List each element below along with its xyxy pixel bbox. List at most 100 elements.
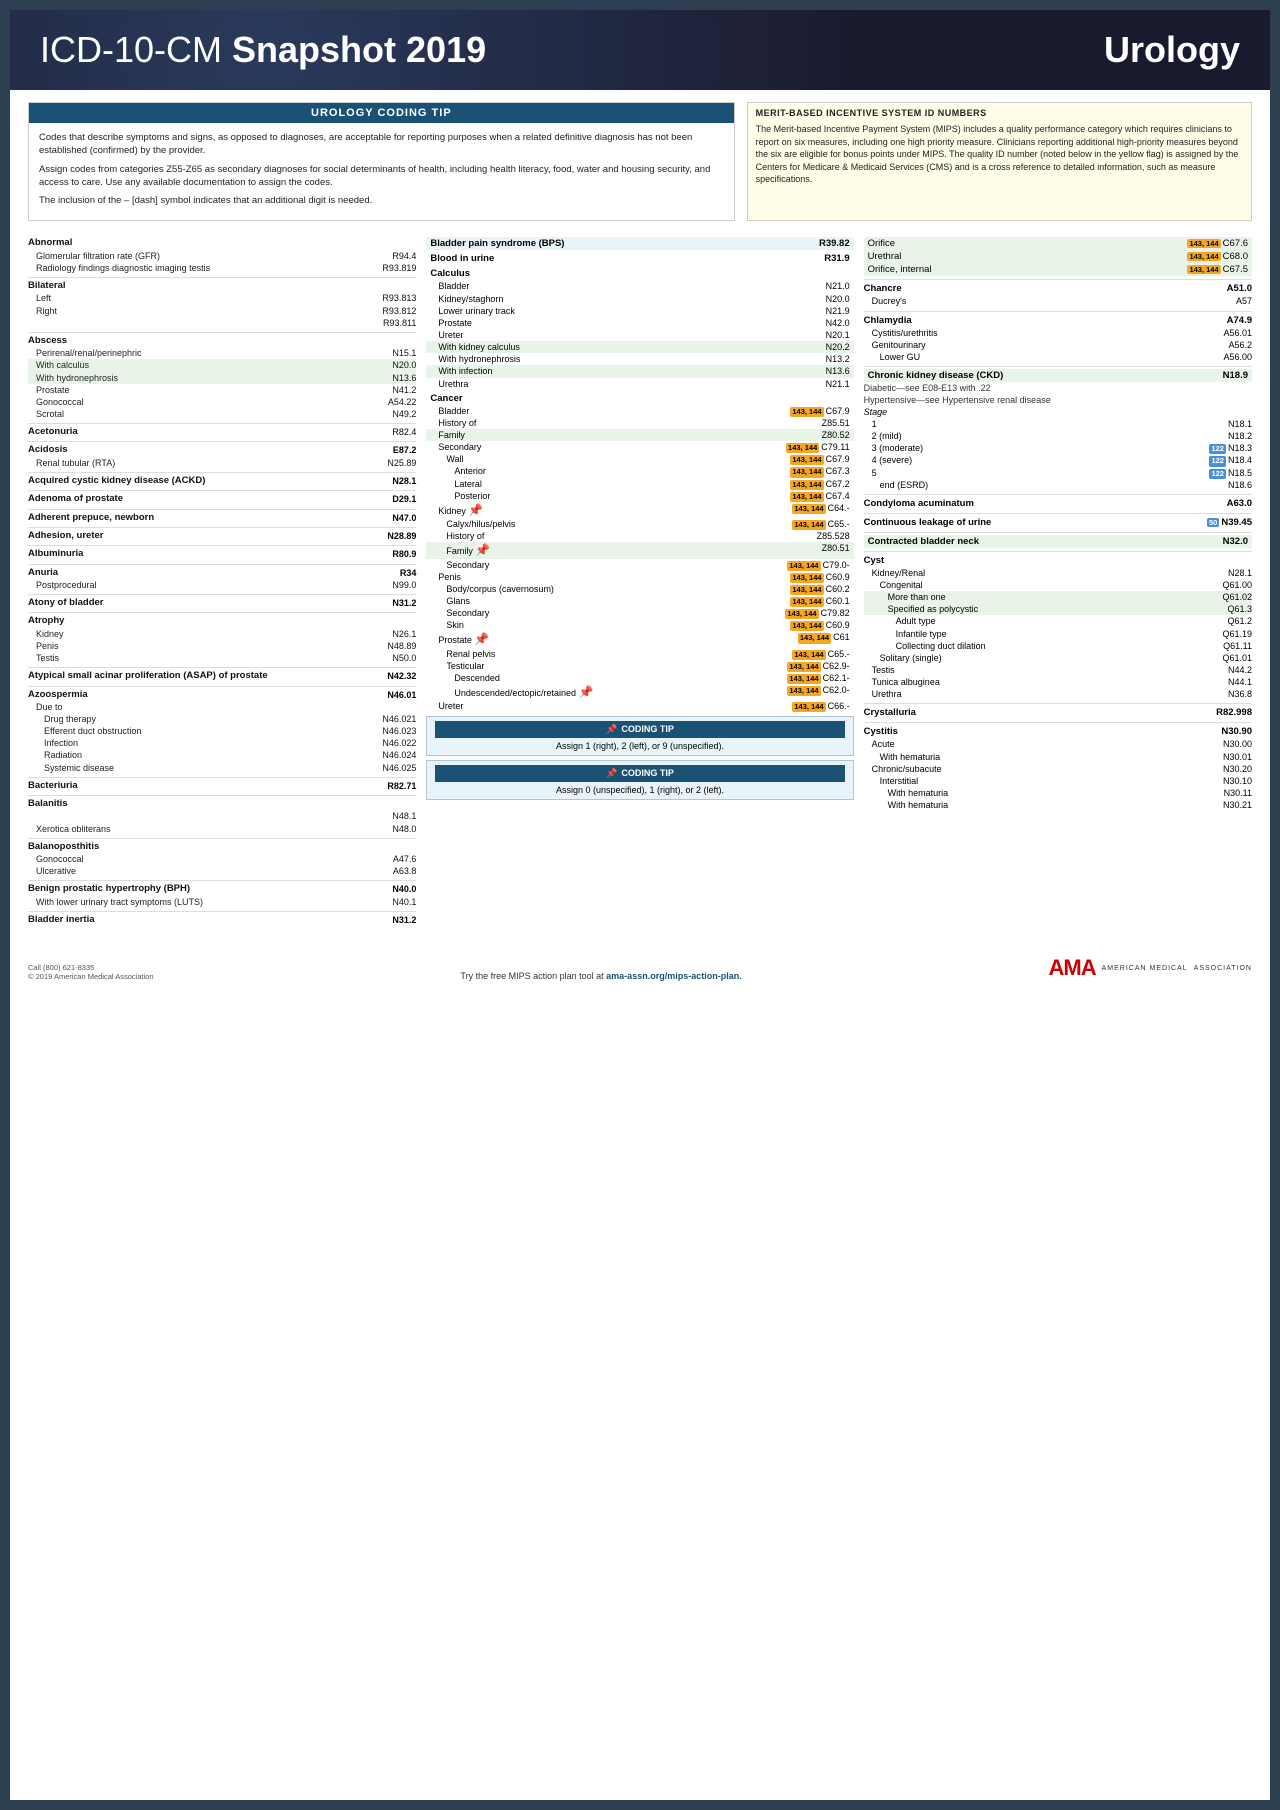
right-entry-cystitis: CystitisN30.90 AcuteN30.00 With hematuri… — [864, 725, 1252, 811]
badge: 143, 144 — [787, 674, 820, 684]
diag-sub: KidneyN26.1 — [28, 628, 416, 640]
diag-sub: N48.1 — [28, 810, 416, 822]
coding-tip-inline-1: 📌CODING TIP Assign 1 (right), 2 (left), … — [426, 716, 853, 756]
right-entry-chlamydia: ChlamydiaA74.9 Cystitis/urethritisA56.01… — [864, 314, 1252, 363]
diag-main-abnormal: Abnormal — [28, 237, 416, 249]
badge: 143, 144 — [790, 467, 823, 477]
right-col: Orifice 143, 144C67.6 Urethral 143, 144C… — [864, 237, 1252, 814]
diag-group-anuria: Anuria R34 PostproceduralN99.0 — [28, 567, 416, 591]
footer-ama-logo: AMA AMERICAN MEDICAL ASSOCIATION — [1049, 955, 1252, 981]
right-entry-chancre: ChancreA51.0 Ducrey'sA57 — [864, 282, 1252, 307]
right-entry-ckd: Chronic kidney disease (CKD) N18.9 Diabe… — [864, 369, 1252, 491]
badge: 143, 144 — [798, 633, 831, 643]
badge: 143, 144 — [790, 492, 823, 502]
diag-sub: Perirenal/renal/perinephricN15.1 — [28, 347, 416, 359]
diag-group-bacteriuria: Bacteriuria R82.71 — [28, 780, 416, 792]
diag-sub: UlcerativeA63.8 — [28, 865, 416, 877]
diag-sub: With lower urinary tract symptoms (LUTS)… — [28, 896, 416, 908]
badge: 143, 144 — [786, 443, 819, 453]
top-section: UROLOGY CODING TIP Codes that describe s… — [28, 102, 1252, 221]
coding-tip-p3: The inclusion of the – [dash] symbol ind… — [39, 194, 724, 207]
right-entry-contracted: Contracted bladder neckN32.0 — [864, 535, 1252, 548]
page: ICD-10-CM Snapshot 2019 Urology UROLOGY … — [10, 10, 1270, 1800]
diag-group-adherent: Adherent prepuce, newborn N47.0 — [28, 512, 416, 524]
coding-tip-inline-body-2: Assign 0 (unspecified), 1 (right), or 2 … — [435, 785, 844, 795]
mid-entry-blood: Blood in urine R31.9 — [426, 252, 853, 265]
diag-sub: Systemic diseaseN46.025 — [28, 762, 416, 774]
ama-sub2: ASSOCIATION — [1194, 965, 1252, 972]
footer-phone: Call (800) 621-8335 — [28, 963, 154, 972]
diag-group-adenoma: Adenoma of prostate D29.1 — [28, 493, 416, 505]
diag-group-abscess: Abscess Perirenal/renal/perinephricN15.1… — [28, 335, 416, 420]
diag-group-asap: Atypical small acinar proliferation (ASA… — [28, 670, 416, 682]
diag-sub: RightR93.812 — [28, 305, 416, 317]
right-entry-cyst: Cyst Kidney/RenalN28.1 CongenitalQ61.00 … — [864, 554, 1252, 701]
badge-blue: 50 — [1207, 518, 1219, 527]
coding-tip-inline-body-1: Assign 1 (right), 2 (left), or 9 (unspec… — [435, 741, 844, 751]
diag-group-bph: Benign prostatic hypertrophy (BPH) N40.0… — [28, 883, 416, 907]
diag-sub: Drug therapyN46.021 — [28, 713, 416, 725]
footer-copyright: © 2019 American Medical Association — [28, 972, 154, 981]
coding-tip-p2: Assign codes from categories Z55-Z65 as … — [39, 163, 724, 190]
main-content: UROLOGY CODING TIP Codes that describe s… — [10, 90, 1270, 941]
mips-header: MERIT-BASED INCENTIVE SYSTEM ID NUMBERS — [748, 103, 1251, 120]
diag-group-acidosis: Acidosis E87.2 Renal tubular (RTA)N25.89 — [28, 444, 416, 468]
badge-blue: 122 — [1209, 469, 1226, 479]
diag-group-atrophy: Atrophy KidneyN26.1 PenisN48.89 TestisN5… — [28, 615, 416, 664]
diag-sub: TestisN50.0 — [28, 652, 416, 664]
badge: 143, 144 — [792, 520, 825, 530]
diag-sub: With calculusN20.0 — [28, 359, 416, 371]
ama-sub1: AMERICAN MEDICAL — [1102, 965, 1188, 972]
diag-group-adhesion: Adhesion, ureter N28.89 — [28, 530, 416, 542]
diag-group-azoospermia: Azoospermia N46.01 Due to Drug therapyN4… — [28, 689, 416, 774]
diag-sub: PostproceduralN99.0 — [28, 579, 416, 591]
header-specialty: Urology — [1104, 29, 1240, 71]
diag-sub: R93.811 — [28, 317, 416, 329]
diag-sub: RadiationN46.024 — [28, 749, 416, 761]
diag-group-albuminuria: Albuminuria R80.9 — [28, 548, 416, 560]
diag-sub: GonococcalA47.6 — [28, 853, 416, 865]
title-light: ICD-10-CM — [40, 29, 232, 70]
three-col: Abnormal Glomerular filtration rate (GFR… — [28, 237, 1252, 929]
right-entry-condyloma: Condyloma acuminatumA63.0 — [864, 497, 1252, 510]
mid-entry-bps: Bladder pain syndrome (BPS) R39.82 — [426, 237, 853, 250]
ama-text: AMA — [1049, 955, 1096, 981]
mid-entry-calculus: Calculus BladderN21.0 Kidney/staghornN20… — [426, 267, 853, 389]
diag-sub: Renal tubular (RTA)N25.89 — [28, 457, 416, 469]
diag-sub: With hydronephrosisN13.6 — [28, 372, 416, 384]
badge: 143, 144 — [790, 573, 823, 583]
footer: Call (800) 621-8335 © 2019 American Medi… — [10, 947, 1270, 989]
diag-sub: PenisN48.89 — [28, 640, 416, 652]
mid-col: Bladder pain syndrome (BPS) R39.82 Blood… — [426, 237, 853, 804]
coding-tip-p1: Codes that describe symptoms and signs, … — [39, 131, 724, 158]
badge: 143, 144 — [792, 650, 825, 660]
badge-143-144: 143, 144 — [790, 407, 823, 417]
diag-group-bilateral: Bilateral LeftR93.813 RightR93.812 R93.8… — [28, 280, 416, 329]
right-entry-leakage: Continuous leakage of urine 50N39.45 — [864, 516, 1252, 529]
diag-sub: InfectionN46.022 — [28, 737, 416, 749]
badge: 143, 144 — [787, 561, 820, 571]
badge: 143, 144 — [790, 455, 823, 465]
mips-box: MERIT-BASED INCENTIVE SYSTEM ID NUMBERS … — [747, 102, 1252, 221]
badge: 143, 144 — [785, 609, 818, 619]
diag-group-balanitis: Balanitis N48.1 Xerotica obliteransN48.0 — [28, 798, 416, 835]
coding-tip-box: UROLOGY CODING TIP Codes that describe s… — [28, 102, 735, 221]
footer-center: Try the free MIPS action plan tool at am… — [460, 971, 741, 981]
coding-tip-inline-header-2: 📌CODING TIP — [435, 765, 844, 782]
left-col: Abnormal Glomerular filtration rate (GFR… — [28, 237, 416, 929]
coding-tip-inline-header-1: 📌CODING TIP — [435, 721, 844, 738]
badge-blue: 122 — [1209, 444, 1226, 454]
badge: 143, 144 — [787, 686, 820, 696]
badge: 143, 144 — [1187, 239, 1220, 248]
coding-tip-header: UROLOGY CODING TIP — [29, 103, 734, 123]
diag-sub: Efferent duct obstructionN46.023 — [28, 725, 416, 737]
diag-group-acetonuria: Acetonuria R82.4 — [28, 426, 416, 438]
badge: 143, 144 — [790, 480, 823, 490]
diag-sub: ScrotalN49.2 — [28, 408, 416, 420]
coding-tip-body: Codes that describe symptoms and signs, … — [29, 123, 734, 220]
badge: 143, 144 — [1187, 252, 1220, 261]
footer-left: Call (800) 621-8335 © 2019 American Medi… — [28, 963, 154, 981]
diag-group-balanoposthitis: Balanoposthitis GonococcalA47.6 Ulcerati… — [28, 841, 416, 878]
right-entry-crystalluria: CrystalluriaR82.998 — [864, 706, 1252, 719]
coding-tip-inline-2: 📌CODING TIP Assign 0 (unspecified), 1 (r… — [426, 760, 853, 800]
